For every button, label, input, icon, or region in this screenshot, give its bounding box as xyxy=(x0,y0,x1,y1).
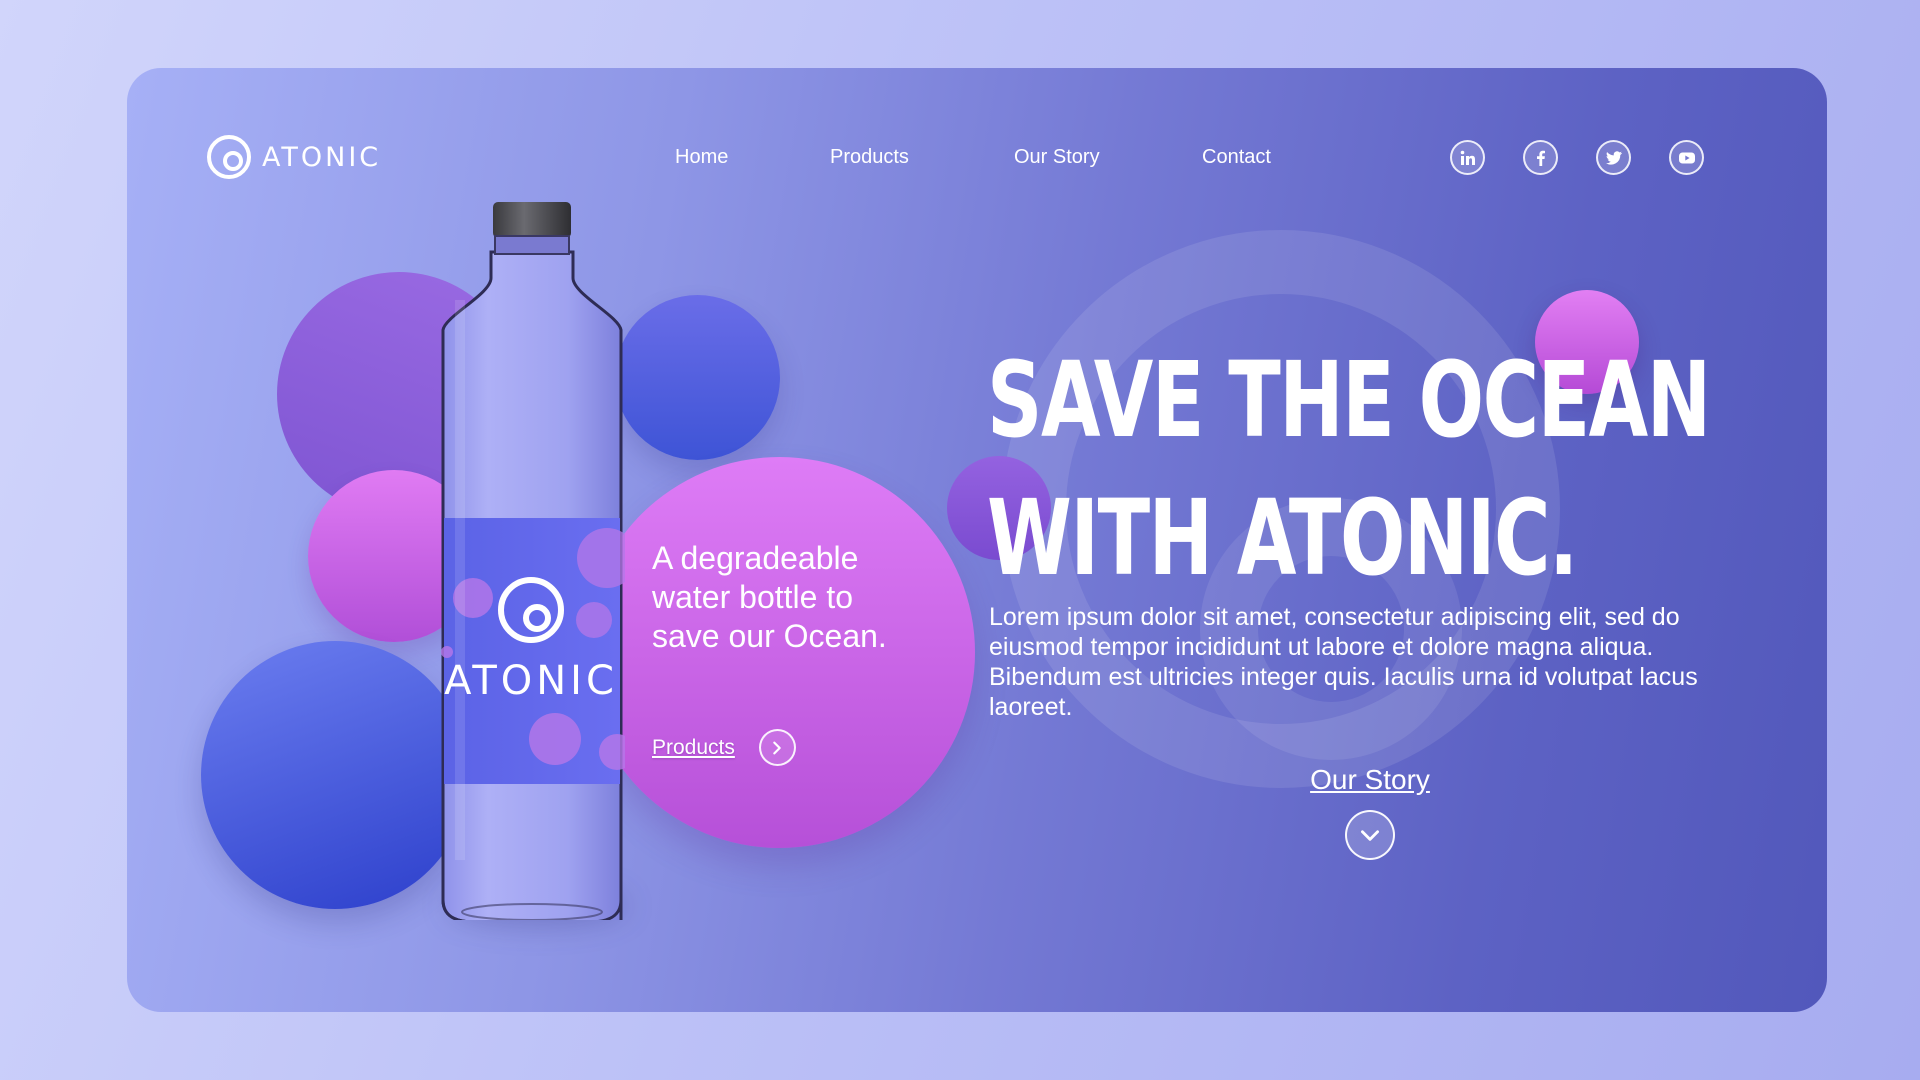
brand-name: ATONIC xyxy=(262,141,382,173)
products-cta-label: Products xyxy=(652,735,735,759)
our-story-label: Our Story xyxy=(1310,764,1430,795)
nav-item-home[interactable]: Home xyxy=(675,146,728,169)
nav-item-products[interactable]: Products xyxy=(830,146,909,169)
twitter-button[interactable] xyxy=(1596,140,1631,175)
youtube-button[interactable] xyxy=(1669,140,1704,175)
facebook-button[interactable] xyxy=(1523,140,1558,175)
nav-item-contact[interactable]: Contact xyxy=(1202,146,1271,169)
chevron-down-icon xyxy=(1361,830,1379,841)
linkedin-icon xyxy=(1460,150,1475,165)
decorative-bubble xyxy=(615,295,780,460)
products-cta[interactable]: Products xyxy=(652,729,796,766)
twitter-icon xyxy=(1605,150,1622,165)
hero-headline-line2: WITH ATONIC. xyxy=(987,477,1578,599)
water-bottle-image: ATONIC xyxy=(441,202,625,920)
linkedin-button[interactable] xyxy=(1450,140,1485,175)
scroll-down-button[interactable] xyxy=(1345,810,1395,860)
youtube-icon xyxy=(1678,152,1695,163)
promo-tagline: A degradeable water bottle to save our O… xyxy=(652,540,887,654)
brand-logo[interactable]: ATONIC xyxy=(206,134,381,180)
hero-headline-line1: SAVE THE OCEAN xyxy=(987,339,1711,461)
nav-item-our-story[interactable]: Our Story xyxy=(1014,146,1100,169)
hero-body-text: Lorem ipsum dolor sit amet, consectetur … xyxy=(989,603,1698,721)
chevron-right-button[interactable] xyxy=(758,729,796,766)
our-story-link[interactable]: Our Story xyxy=(1260,764,1480,860)
chevron-right-icon xyxy=(773,741,782,754)
atonic-swirl-icon xyxy=(207,135,251,179)
hero-headline: SAVE THE OCEAN WITH ATONIC. xyxy=(987,331,1711,607)
decorative-bubble xyxy=(201,641,469,909)
hero-card: ATONIC Home Products Our Story Contact A… xyxy=(127,68,1827,1012)
facebook-icon xyxy=(1536,150,1545,166)
bottle-label-text: ATONIC xyxy=(444,658,618,704)
